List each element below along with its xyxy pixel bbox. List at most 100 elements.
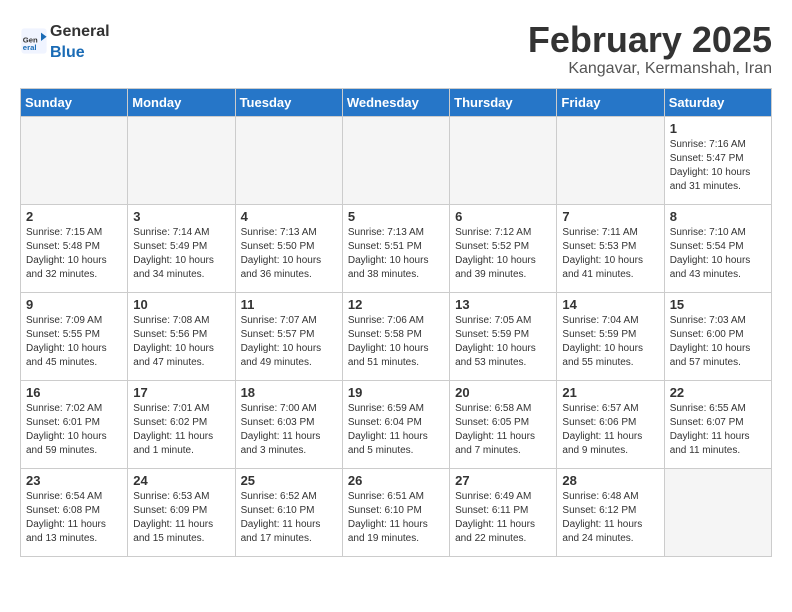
- day-number: 27: [455, 473, 551, 488]
- calendar-cell: [450, 116, 557, 204]
- calendar-cell: 16Sunrise: 7:02 AM Sunset: 6:01 PM Dayli…: [21, 380, 128, 468]
- day-number: 8: [670, 209, 766, 224]
- calendar-cell: [21, 116, 128, 204]
- week-row-2: 2 Sunrise: 7:15 AM Sunset: 5:48 PM Daylig…: [21, 204, 772, 292]
- day-number: 23: [26, 473, 122, 488]
- weekday-header-saturday: Saturday: [664, 88, 771, 116]
- calendar-cell: 11Sunrise: 7:07 AM Sunset: 5:57 PM Dayli…: [235, 292, 342, 380]
- calendar-cell: 27 Sunrise: 6:49 AM Sunset: 6:11 PM Dayli…: [450, 468, 557, 556]
- logo-blue: Blue: [50, 44, 85, 61]
- day-number: 24: [133, 473, 229, 488]
- weekday-header-monday: Monday: [128, 88, 235, 116]
- day-number: 14: [562, 297, 658, 312]
- day-number: 10: [133, 297, 229, 312]
- day-number: 7: [562, 209, 658, 224]
- day-number: 4: [241, 209, 337, 224]
- day-number: 22: [670, 385, 766, 400]
- day-info: Sunrise: 7:04 AM Sunset: 5:59 PM Dayligh…: [562, 314, 658, 370]
- day-info: Sunrise: 7:05 AM Sunset: 5:59 PM Dayligh…: [455, 314, 551, 370]
- calendar-cell: 6Sunrise: 7:12 AM Sunset: 5:52 PM Daylig…: [450, 204, 557, 292]
- calendar-cell: 18 Sunrise: 7:00 AM Sunset: 6:03 PM Dayli…: [235, 380, 342, 468]
- day-info: Sunrise: 6:51 AM Sunset: 6:10 PM Dayligh…: [348, 490, 444, 546]
- day-number: 15: [670, 297, 766, 312]
- calendar-cell: 15 Sunrise: 7:03 AM Sunset: 6:00 PM Dayli…: [664, 292, 771, 380]
- day-number: 26: [348, 473, 444, 488]
- month-year: February 2025: [528, 20, 772, 60]
- day-number: 13: [455, 297, 551, 312]
- calendar-cell: [235, 116, 342, 204]
- calendar-cell: 12Sunrise: 7:06 AM Sunset: 5:58 PM Dayli…: [342, 292, 449, 380]
- calendar-cell: 9 Sunrise: 7:09 AM Sunset: 5:55 PM Daylig…: [21, 292, 128, 380]
- calendar-cell: 2 Sunrise: 7:15 AM Sunset: 5:48 PM Daylig…: [21, 204, 128, 292]
- weekday-header-thursday: Thursday: [450, 88, 557, 116]
- day-info: Sunrise: 6:48 AM Sunset: 6:12 PM Dayligh…: [562, 490, 658, 546]
- day-number: 3: [133, 209, 229, 224]
- day-info: Sunrise: 7:02 AM Sunset: 6:01 PM Dayligh…: [26, 402, 122, 458]
- day-info: Sunrise: 7:13 AM Sunset: 5:51 PM Dayligh…: [348, 226, 444, 282]
- week-row-4: 16Sunrise: 7:02 AM Sunset: 6:01 PM Dayli…: [21, 380, 772, 468]
- day-info: Sunrise: 6:52 AM Sunset: 6:10 PM Dayligh…: [241, 490, 337, 546]
- day-info: Sunrise: 6:53 AM Sunset: 6:09 PM Dayligh…: [133, 490, 229, 546]
- day-number: 1: [670, 121, 766, 136]
- day-info: Sunrise: 7:14 AM Sunset: 5:49 PM Dayligh…: [133, 226, 229, 282]
- day-info: Sunrise: 7:13 AM Sunset: 5:50 PM Dayligh…: [241, 226, 337, 282]
- weekday-header-row: SundayMondayTuesdayWednesdayThursdayFrid…: [21, 88, 772, 116]
- week-row-5: 23 Sunrise: 6:54 AM Sunset: 6:08 PM Dayli…: [21, 468, 772, 556]
- calendar-cell: 28Sunrise: 6:48 AM Sunset: 6:12 PM Dayli…: [557, 468, 664, 556]
- page-header: Gen eral General Blue February 2025 Kang…: [20, 20, 772, 78]
- calendar-cell: 22Sunrise: 6:55 AM Sunset: 6:07 PM Dayli…: [664, 380, 771, 468]
- day-info: Sunrise: 7:00 AM Sunset: 6:03 PM Dayligh…: [241, 402, 337, 458]
- calendar-cell: 26 Sunrise: 6:51 AM Sunset: 6:10 PM Dayli…: [342, 468, 449, 556]
- calendar-cell: [128, 116, 235, 204]
- weekday-header-tuesday: Tuesday: [235, 88, 342, 116]
- calendar-cell: 3 Sunrise: 7:14 AM Sunset: 5:49 PM Daylig…: [128, 204, 235, 292]
- calendar-cell: 19Sunrise: 6:59 AM Sunset: 6:04 PM Dayli…: [342, 380, 449, 468]
- day-info: Sunrise: 7:15 AM Sunset: 5:48 PM Dayligh…: [26, 226, 122, 282]
- day-info: Sunrise: 7:16 AM Sunset: 5:47 PM Dayligh…: [670, 138, 766, 194]
- day-number: 19: [348, 385, 444, 400]
- day-number: 9: [26, 297, 122, 312]
- day-number: 20: [455, 385, 551, 400]
- weekday-header-sunday: Sunday: [21, 88, 128, 116]
- day-number: 6: [455, 209, 551, 224]
- calendar-cell: 17 Sunrise: 7:01 AM Sunset: 6:02 PM Dayli…: [128, 380, 235, 468]
- calendar-cell: 20 Sunrise: 6:58 AM Sunset: 6:05 PM Dayli…: [450, 380, 557, 468]
- day-info: Sunrise: 6:54 AM Sunset: 6:08 PM Dayligh…: [26, 490, 122, 546]
- calendar-cell: [557, 116, 664, 204]
- day-number: 12: [348, 297, 444, 312]
- calendar-cell: [342, 116, 449, 204]
- day-number: 5: [348, 209, 444, 224]
- calendar-cell: 21Sunrise: 6:57 AM Sunset: 6:06 PM Dayli…: [557, 380, 664, 468]
- day-info: Sunrise: 7:10 AM Sunset: 5:54 PM Dayligh…: [670, 226, 766, 282]
- calendar-table: SundayMondayTuesdayWednesdayThursdayFrid…: [20, 88, 772, 557]
- day-info: Sunrise: 7:01 AM Sunset: 6:02 PM Dayligh…: [133, 402, 229, 458]
- day-info: Sunrise: 7:11 AM Sunset: 5:53 PM Dayligh…: [562, 226, 658, 282]
- calendar-cell: 8 Sunrise: 7:10 AM Sunset: 5:54 PM Daylig…: [664, 204, 771, 292]
- day-info: Sunrise: 6:58 AM Sunset: 6:05 PM Dayligh…: [455, 402, 551, 458]
- calendar-cell: 13 Sunrise: 7:05 AM Sunset: 5:59 PM Dayli…: [450, 292, 557, 380]
- logo: Gen eral General Blue: [20, 20, 110, 62]
- day-number: 11: [241, 297, 337, 312]
- calendar-cell: 1 Sunrise: 7:16 AM Sunset: 5:47 PM Daylig…: [664, 116, 771, 204]
- calendar-cell: 24 Sunrise: 6:53 AM Sunset: 6:09 PM Dayli…: [128, 468, 235, 556]
- calendar-cell: 10 Sunrise: 7:08 AM Sunset: 5:56 PM Dayli…: [128, 292, 235, 380]
- svg-text:eral: eral: [23, 43, 37, 52]
- location: Kangavar, Kermanshah, Iran: [528, 60, 772, 78]
- day-info: Sunrise: 7:08 AM Sunset: 5:56 PM Dayligh…: [133, 314, 229, 370]
- calendar-cell: 14 Sunrise: 7:04 AM Sunset: 5:59 PM Dayli…: [557, 292, 664, 380]
- day-number: 17: [133, 385, 229, 400]
- week-row-1: 1 Sunrise: 7:16 AM Sunset: 5:47 PM Daylig…: [21, 116, 772, 204]
- day-info: Sunrise: 7:09 AM Sunset: 5:55 PM Dayligh…: [26, 314, 122, 370]
- day-number: 25: [241, 473, 337, 488]
- day-info: Sunrise: 6:49 AM Sunset: 6:11 PM Dayligh…: [455, 490, 551, 546]
- calendar-cell: 4 Sunrise: 7:13 AM Sunset: 5:50 PM Daylig…: [235, 204, 342, 292]
- logo-icon: Gen eral: [20, 27, 48, 55]
- week-row-3: 9 Sunrise: 7:09 AM Sunset: 5:55 PM Daylig…: [21, 292, 772, 380]
- calendar-cell: 5 Sunrise: 7:13 AM Sunset: 5:51 PM Daylig…: [342, 204, 449, 292]
- title-block: February 2025 Kangavar, Kermanshah, Iran: [528, 20, 772, 78]
- day-number: 2: [26, 209, 122, 224]
- day-info: Sunrise: 7:03 AM Sunset: 6:00 PM Dayligh…: [670, 314, 766, 370]
- day-number: 18: [241, 385, 337, 400]
- calendar-cell: 23 Sunrise: 6:54 AM Sunset: 6:08 PM Dayli…: [21, 468, 128, 556]
- calendar-cell: 25 Sunrise: 6:52 AM Sunset: 6:10 PM Dayli…: [235, 468, 342, 556]
